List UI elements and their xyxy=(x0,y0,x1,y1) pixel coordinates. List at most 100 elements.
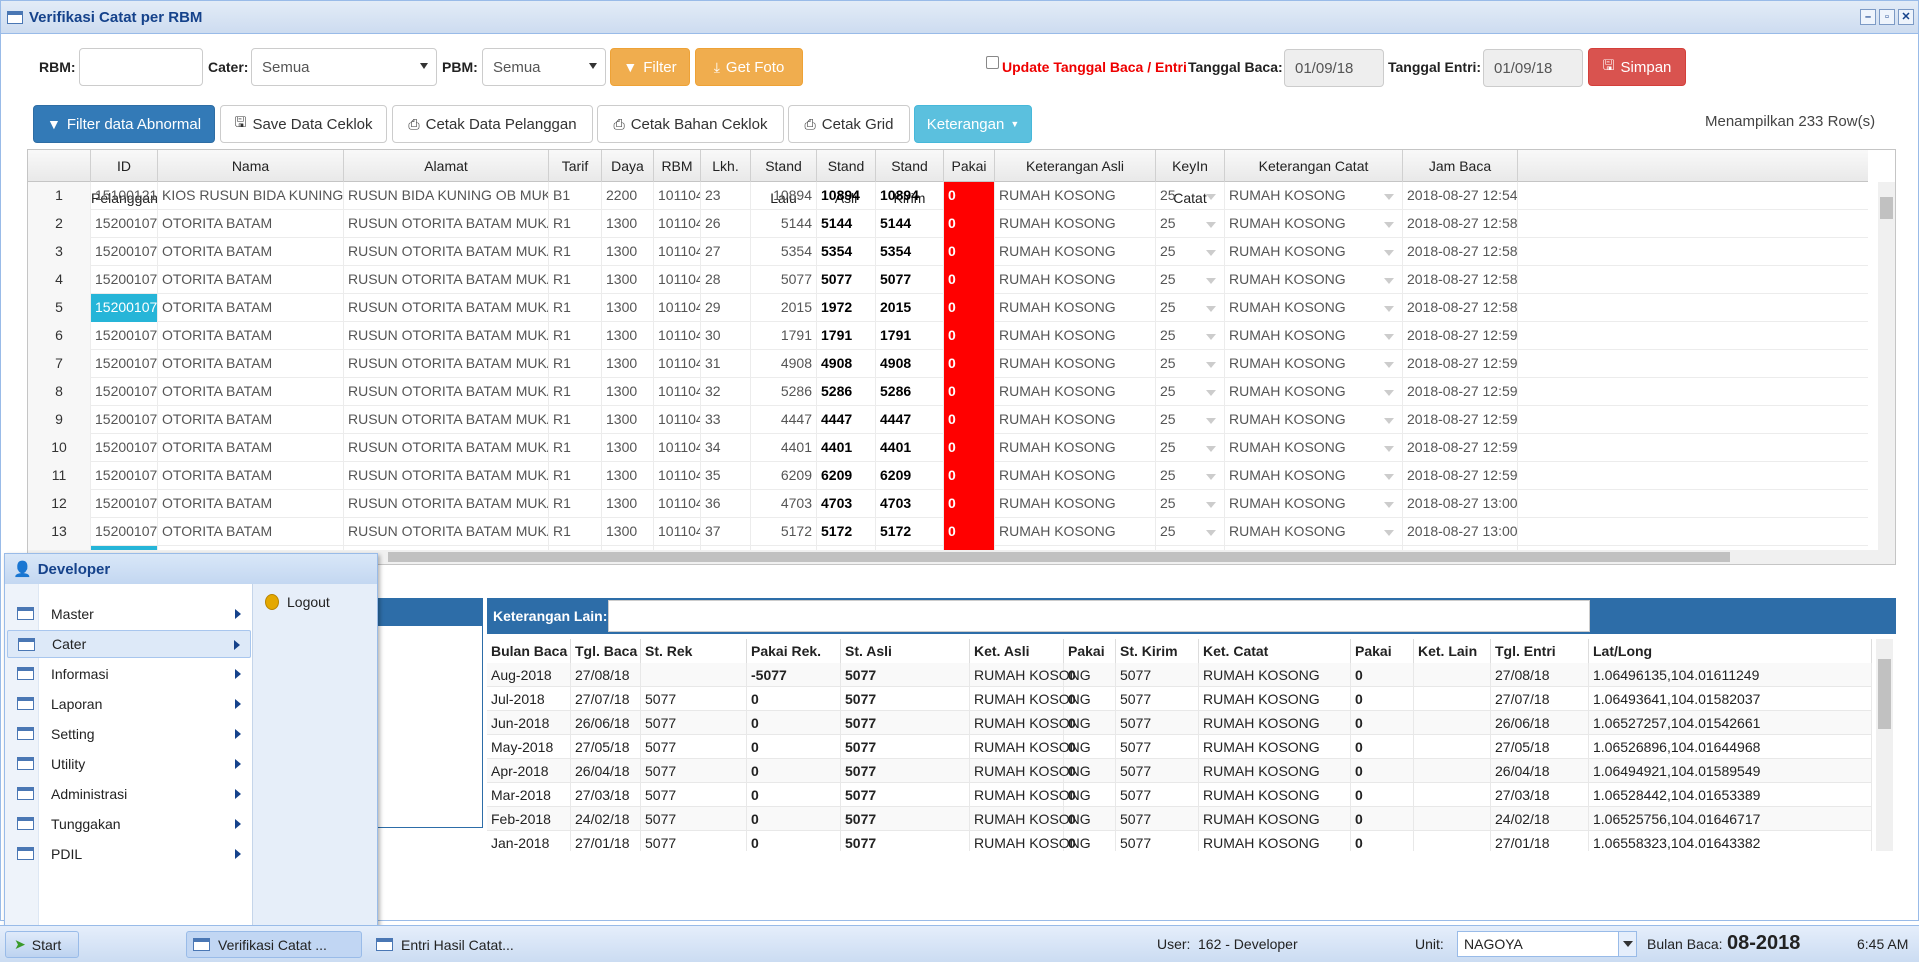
logout-button[interactable]: Logout xyxy=(265,594,330,610)
cell-keterangan-catat[interactable]: RUMAH KOSONG xyxy=(1225,518,1403,546)
task-verifikasi[interactable]: Verifikasi Catat ... xyxy=(186,931,362,958)
table-row[interactable]: 8152001073649OTORITA BATAMRUSUN OTORITA … xyxy=(28,378,1868,406)
history-header-pakai-catat[interactable]: Pakai xyxy=(1351,639,1414,663)
cell-keyin-catat[interactable]: 25 xyxy=(1156,322,1225,350)
cell-keyin-catat[interactable]: 25 xyxy=(1156,266,1225,294)
cetak-pelanggan-button[interactable]: ⎙ Cetak Data Pelanggan xyxy=(392,105,593,143)
cell-keterangan-catat[interactable]: RUMAH KOSONG xyxy=(1225,210,1403,238)
dropdown-icon[interactable] xyxy=(1206,502,1216,508)
menu-item-master[interactable]: Master xyxy=(7,600,251,628)
cell-keyin-catat[interactable]: 25 xyxy=(1156,294,1225,322)
menu-item-tunggakan[interactable]: Tunggakan xyxy=(7,810,251,838)
col-header-stand-lalu[interactable]: Stand Lalu xyxy=(751,150,817,206)
dropdown-icon[interactable] xyxy=(1206,194,1216,200)
cell-keyin-catat[interactable]: 25 xyxy=(1156,518,1225,546)
history-header-st-kirim[interactable]: St. Kirim xyxy=(1116,639,1199,663)
history-header-bulan-baca[interactable]: Bulan Baca xyxy=(487,639,571,663)
col-header-stand-kirim[interactable]: Stand Kirim xyxy=(876,150,944,206)
history-header-tgl-baca[interactable]: Tgl. Baca xyxy=(571,639,641,663)
cell-keterangan-catat[interactable]: RUMAH KOSONG xyxy=(1225,266,1403,294)
table-row[interactable]: 10152001073627OTORITA BATAMRUSUN OTORITA… xyxy=(28,434,1868,462)
scroll-thumb[interactable] xyxy=(1880,197,1893,219)
col-header-nama[interactable]: Nama xyxy=(158,150,344,182)
task-entri[interactable]: Entri Hasil Catat... xyxy=(370,931,546,958)
tanggal-baca-input[interactable]: 01/09/18 xyxy=(1284,49,1384,87)
history-header-ket-catat[interactable]: Ket. Catat xyxy=(1199,639,1351,663)
history-header-st-rek[interactable]: St. Rek xyxy=(641,639,747,663)
table-row[interactable]: 3152001073694OTORITA BATAMRUSUN OTORITA … xyxy=(28,238,1868,266)
history-header-st-asli[interactable]: St. Asli xyxy=(841,639,970,663)
keterangan-dropdown[interactable]: Keterangan ▼ xyxy=(914,105,1032,143)
history-row[interactable]: Feb-2018 24/02/18 5077 0 5077 RUMAH KOSONG 0 50… xyxy=(487,807,1872,831)
start-button[interactable]: ➤ Start xyxy=(5,931,79,958)
cell-keterangan-catat[interactable]: RUMAH KOSONG xyxy=(1225,322,1403,350)
col-header-jam-baca[interactable]: Jam Baca xyxy=(1403,150,1518,182)
cell-keyin-catat[interactable]: 25 xyxy=(1156,210,1225,238)
dropdown-icon[interactable] xyxy=(1206,250,1216,256)
menu-item-cater[interactable]: Cater xyxy=(7,630,251,658)
dropdown-icon[interactable] xyxy=(1206,474,1216,480)
table-row[interactable]: 1151001211721KIOS RUSUN BIDA KUNINGRUSUN… xyxy=(28,182,1868,210)
dropdown-icon[interactable] xyxy=(1384,390,1394,396)
dropdown-icon[interactable] xyxy=(1384,194,1394,200)
dropdown-icon[interactable] xyxy=(1384,306,1394,312)
table-row[interactable]: 11152001073616OTORITA BATAMRUSUN OTORITA… xyxy=(28,462,1868,490)
cetak-grid-button[interactable]: ⎙ Cetak Grid xyxy=(788,105,910,143)
col-header-lkh[interactable]: Lkh. xyxy=(701,150,751,182)
history-header-ket-lain[interactable]: Ket. Lain xyxy=(1414,639,1491,663)
cell-keyin-catat[interactable]: 25 xyxy=(1156,462,1225,490)
unit-select[interactable]: NAGOYA xyxy=(1457,931,1637,957)
cell-keyin-catat[interactable]: 25 xyxy=(1156,406,1225,434)
dropdown-icon[interactable] xyxy=(1206,390,1216,396)
table-row[interactable]: 5152001073672OTORITA BATAMRUSUN OTORITA … xyxy=(28,294,1868,322)
dropdown-icon[interactable] xyxy=(1384,250,1394,256)
cell-keterangan-catat[interactable]: RUMAH KOSONG xyxy=(1225,378,1403,406)
table-row[interactable]: 7152001073650OTORITA BATAMRUSUN OTORITA … xyxy=(28,350,1868,378)
history-row[interactable]: Jul-2018 27/07/18 5077 0 5077 RUMAH KOSONG 0 50… xyxy=(487,687,1872,711)
rbm-input[interactable] xyxy=(79,48,203,86)
cell-keterangan-catat[interactable]: RUMAH KOSONG xyxy=(1225,490,1403,518)
history-row[interactable]: Aug-2018 27/08/18 -5077 5077 RUMAH KOSONG 0 50… xyxy=(487,663,1872,687)
history-row[interactable]: Jun-2018 26/06/18 5077 0 5077 RUMAH KOSONG 0 50… xyxy=(487,711,1872,735)
col-header-keyin-catat[interactable]: KeyIn Catat xyxy=(1156,150,1225,206)
dropdown-icon[interactable] xyxy=(1206,362,1216,368)
cater-select[interactable]: Semua xyxy=(251,48,437,86)
dropdown-icon[interactable] xyxy=(1384,278,1394,284)
dropdown-icon[interactable] xyxy=(1384,334,1394,340)
cell-keterangan-catat[interactable]: RUMAH KOSONG xyxy=(1225,406,1403,434)
cell-keyin-catat[interactable]: 25 xyxy=(1156,434,1225,462)
cell-keyin-catat[interactable]: 25 xyxy=(1156,350,1225,378)
history-row[interactable]: Jan-2018 27/01/18 5077 0 5077 RUMAH KOSONG 0 50… xyxy=(487,831,1872,851)
menu-item-laporan[interactable]: Laporan xyxy=(7,690,251,718)
col-header-keterangan-asli[interactable]: Keterangan Asli xyxy=(995,150,1156,182)
table-row[interactable]: 13152001073593OTORITA BATAMRUSUN OTORITA… xyxy=(28,518,1868,546)
dropdown-icon[interactable] xyxy=(1384,530,1394,536)
col-header-id-pelanggan[interactable]: ID Pelanggan xyxy=(91,150,158,206)
scroll-thumb[interactable] xyxy=(1878,659,1891,729)
dropdown-icon[interactable] xyxy=(1206,222,1216,228)
col-header-stand-asli[interactable]: Stand Asli xyxy=(817,150,876,206)
dropdown-icon[interactable] xyxy=(1384,362,1394,368)
history-row[interactable]: Apr-2018 26/04/18 5077 0 5077 RUMAH KOSONG 0 50… xyxy=(487,759,1872,783)
col-header-daya[interactable]: Daya xyxy=(602,150,654,182)
cell-keterangan-catat[interactable]: RUMAH KOSONG xyxy=(1225,350,1403,378)
cell-keyin-catat[interactable]: 25 xyxy=(1156,490,1225,518)
col-header-alamat[interactable]: Alamat xyxy=(344,150,549,182)
history-scrollbar[interactable] xyxy=(1876,639,1893,851)
dropdown-icon[interactable] xyxy=(1384,222,1394,228)
cell-keyin-catat[interactable]: 25 xyxy=(1156,378,1225,406)
table-row[interactable]: 2152001073706OTORITA BATAMRUSUN OTORITA … xyxy=(28,210,1868,238)
dropdown-icon[interactable] xyxy=(1206,446,1216,452)
save-ceklok-button[interactable]: 🖫 Save Data Ceklok xyxy=(220,105,387,143)
scroll-thumb[interactable] xyxy=(388,552,1730,562)
table-row[interactable]: 9152001073638OTORITA BATAMRUSUN OTORITA … xyxy=(28,406,1868,434)
get-foto-button[interactable]: ⤓ Get Foto xyxy=(695,48,803,86)
cell-keyin-catat[interactable]: 25 xyxy=(1156,238,1225,266)
cetak-bahan-button[interactable]: ⎙ Cetak Bahan Ceklok xyxy=(597,105,784,143)
chevron-down-icon[interactable] xyxy=(1618,932,1636,956)
pbm-select[interactable]: Semua xyxy=(482,48,606,86)
dropdown-icon[interactable] xyxy=(1206,306,1216,312)
grid-vertical-scrollbar[interactable] xyxy=(1878,182,1895,564)
history-row[interactable]: Mar-2018 27/03/18 5077 0 5077 RUMAH KOSONG 0 50… xyxy=(487,783,1872,807)
menu-item-informasi[interactable]: Informasi xyxy=(7,660,251,688)
